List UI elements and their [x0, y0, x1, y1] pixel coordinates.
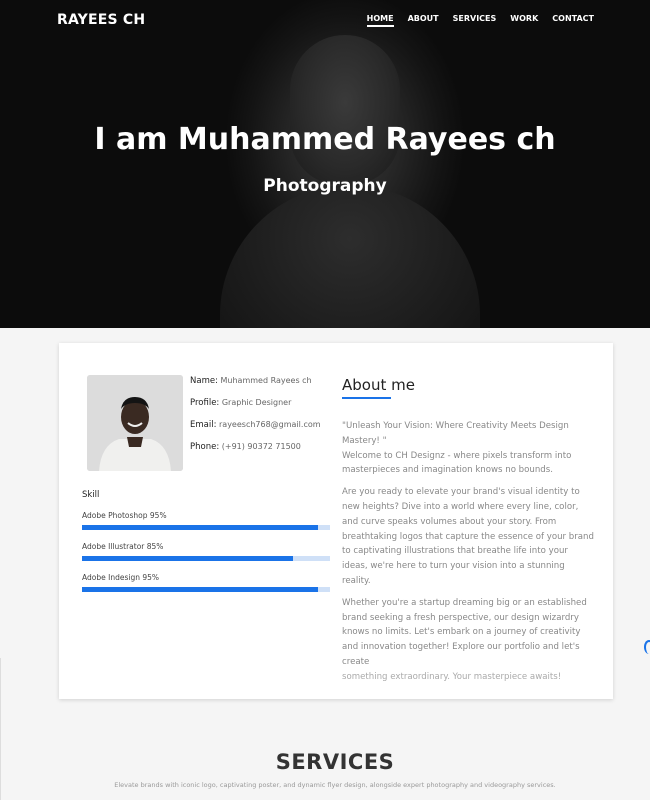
brand-logo[interactable]: RAYEES CH — [57, 12, 145, 28]
about-paragraph-closing: something extraordinary. Your masterpiec… — [342, 671, 562, 682]
scroll-indicator-icon[interactable] — [644, 640, 650, 654]
skill-progress-bar — [82, 587, 330, 592]
about-heading: About me — [342, 376, 415, 394]
phone-value: (+91) 90372 71500 — [221, 442, 301, 451]
about-paragraph: Are you ready to elevate your brand's vi… — [342, 487, 594, 586]
main-nav: HOME ABOUT SERVICES WORK CONTACT — [366, 14, 594, 27]
skill-label: Adobe Photoshop 95% — [82, 511, 167, 520]
nav-work[interactable]: WORK — [510, 14, 538, 27]
about-text: "Unleash Your Vision: Where Creativity M… — [342, 419, 594, 692]
profile-value: Graphic Designer — [221, 398, 292, 407]
skill-indesign: Adobe Indesign 95% — [82, 573, 330, 592]
hero-background-portrait — [290, 35, 400, 185]
profile-photo — [87, 375, 183, 471]
profile-phone-row: Phone: (+91) 90372 71500 — [190, 442, 321, 452]
skill-label: Adobe Indesign 95% — [82, 573, 160, 582]
skill-illustrator: Adobe Illustrator 85% — [82, 542, 330, 561]
about-card: Name: Muhammed Rayees ch Profile: Graphi… — [59, 343, 613, 699]
about-heading-underline — [342, 397, 391, 399]
skill-progress-bar — [82, 525, 330, 530]
nav-about[interactable]: ABOUT — [408, 14, 439, 27]
page-edge-divider — [0, 658, 1, 800]
profile-email-row: Email: rayeesch768@gmail.com — [190, 420, 321, 430]
services-description: Elevate brands with iconic logo, captiva… — [114, 781, 556, 789]
phone-label: Phone: — [190, 442, 220, 452]
email-label: Email: — [190, 420, 217, 430]
hero-title: I am Muhammed Rayees ch — [94, 122, 556, 157]
hero-section: RAYEES CH HOME ABOUT SERVICES WORK CONTA… — [0, 0, 650, 328]
skill-photoshop: Adobe Photoshop 95% — [82, 511, 330, 530]
skill-progress-fill — [82, 587, 318, 592]
nav-home[interactable]: HOME — [366, 14, 394, 27]
services-heading: SERVICES — [275, 750, 395, 774]
nav-contact[interactable]: CONTACT — [552, 14, 594, 27]
hero-subtitle: Photography — [263, 176, 387, 196]
skill-progress-fill — [82, 525, 318, 530]
profile-name-row: Name: Muhammed Rayees ch — [190, 376, 321, 386]
name-value: Muhammed Rayees ch — [220, 376, 312, 385]
skill-heading: Skill — [82, 490, 100, 500]
profile-info: Name: Muhammed Rayees ch Profile: Graphi… — [190, 376, 321, 464]
profile-role-row: Profile: Graphic Designer — [190, 398, 321, 408]
nav-services[interactable]: SERVICES — [453, 14, 497, 27]
about-welcome: Welcome to CH Designz - where pixels tra… — [342, 450, 572, 476]
name-label: Name: — [190, 376, 218, 386]
person-photo-icon — [87, 375, 183, 471]
about-paragraph: "Unleash Your Vision: Where Creativity M… — [342, 419, 594, 478]
profile-label: Profile: — [190, 398, 220, 408]
skill-label: Adobe Illustrator 85% — [82, 542, 164, 551]
email-value[interactable]: rayeesch768@gmail.com — [219, 420, 321, 429]
hero-background-figure — [220, 185, 480, 328]
skill-progress-bar — [82, 556, 330, 561]
about-tagline: "Unleash Your Vision: Where Creativity M… — [342, 421, 569, 446]
skill-progress-fill — [82, 556, 293, 561]
about-paragraph: Whether you're a startup dreaming big or… — [342, 597, 587, 667]
